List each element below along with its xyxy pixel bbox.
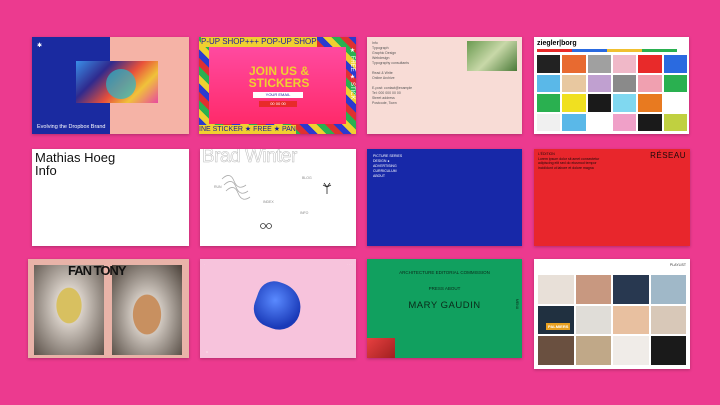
photo-tile bbox=[575, 305, 611, 335]
title-text: FAN TONY bbox=[68, 263, 126, 278]
photo-thumbnail bbox=[367, 338, 395, 358]
banner-side: ★ FREE ★ STICK bbox=[349, 47, 355, 100]
side-label: MENU bbox=[515, 299, 519, 310]
header-label: PLAYLIST bbox=[669, 263, 686, 267]
portfolio-card-photo-grid[interactable]: PLAYLIST PALMIERS bbox=[534, 259, 690, 369]
color-swatch bbox=[562, 74, 586, 92]
color-swatch bbox=[562, 55, 586, 73]
color-swatch bbox=[638, 94, 662, 112]
photo-grid bbox=[538, 275, 686, 365]
color-swatch bbox=[537, 94, 561, 112]
photo-tile bbox=[538, 305, 574, 335]
site-title: Brad Winter bbox=[202, 149, 298, 167]
portfolio-card-blue-menu[interactable]: PICTURE SERIES DESIGN ● ADVERTISING CURR… bbox=[367, 149, 522, 246]
nav-menu: PICTURE SERIES DESIGN ● ADVERTISING CURR… bbox=[373, 154, 402, 179]
color-swatch bbox=[663, 113, 687, 131]
color-swatch bbox=[638, 55, 662, 73]
color-swatch bbox=[663, 55, 687, 73]
corner-mark: · bbox=[204, 262, 205, 266]
portfolio-card-reseau[interactable]: L'ÉDITION Lorem ipsum dolor sit amet con… bbox=[534, 149, 690, 246]
palmiers-badge: PALMIERS bbox=[546, 323, 571, 330]
nav-link: INFO bbox=[300, 211, 309, 215]
portfolio-card-mary-gaudin[interactable]: ARCHITECTURE EDITORIAL COMMISSION PRESS … bbox=[367, 259, 522, 358]
text-line: incididunt ut labore et dolore magna bbox=[538, 165, 594, 170]
color-swatch bbox=[562, 113, 586, 131]
photo-tile bbox=[650, 275, 686, 304]
portfolio-card-brad-winter[interactable]: Brad Winter RUN BLOG INDEX INFO bbox=[200, 149, 356, 246]
color-swatch bbox=[638, 74, 662, 92]
site-title: Mathias Hoeg Info bbox=[35, 151, 115, 177]
email-field: YOUR EMAIL bbox=[253, 92, 303, 98]
color-swatch bbox=[613, 94, 637, 112]
portfolio-card-info-page[interactable]: Info Typograph Graphic Design Webdesign … bbox=[367, 37, 522, 134]
color-swatch bbox=[613, 74, 637, 92]
color-swatch bbox=[537, 74, 561, 92]
wave-doodle-icon bbox=[221, 175, 251, 200]
sub-nav: PRESS ABOUT bbox=[428, 286, 461, 291]
banner-top: P-UP SHOP+++ POP-UP SHOP bbox=[201, 37, 317, 47]
sculpture-image bbox=[248, 276, 308, 336]
photo-tile bbox=[613, 336, 649, 365]
nav-bar: ARCHITECTURE EDITORIAL COMMISSION bbox=[399, 270, 490, 275]
color-swatch bbox=[562, 94, 586, 112]
color-swatch bbox=[613, 113, 637, 131]
info-line: Postcode, Town bbox=[372, 101, 397, 105]
text-line: adipiscing elit sed do eiusmod tempor bbox=[538, 161, 597, 165]
color-swatch bbox=[587, 74, 611, 92]
color-swatch bbox=[638, 113, 662, 131]
info-text-block: Info Typograph Graphic Design Webdesign … bbox=[372, 41, 412, 106]
portfolio-card-fantony[interactable]: FAN TONY bbox=[28, 259, 189, 358]
portfolio-card-dropbox[interactable]: ✱ Evolving the Dropbox Brand bbox=[32, 37, 189, 134]
color-swatch bbox=[537, 55, 561, 73]
color-swatch bbox=[663, 94, 687, 112]
color-swatch bbox=[587, 55, 611, 73]
nav-link: BLOG bbox=[302, 176, 312, 180]
nav-link: RUN bbox=[214, 185, 222, 189]
color-swatch bbox=[613, 55, 637, 73]
color-swatch bbox=[663, 74, 687, 92]
glasses-icon bbox=[260, 223, 272, 229]
pizza-portrait bbox=[112, 265, 182, 355]
color-bar bbox=[537, 49, 677, 52]
portfolio-card-popup-shop[interactable]: P-UP SHOP+++ POP-UP SHOP JOIN US & STICK… bbox=[199, 37, 356, 134]
swatch-grid bbox=[537, 55, 687, 131]
intro-text: L'ÉDITION Lorem ipsum dolor sit amet con… bbox=[538, 152, 599, 170]
info-link: Info bbox=[35, 163, 57, 178]
corner-box-icon: □ bbox=[206, 350, 208, 354]
photo-tile bbox=[575, 275, 611, 304]
color-swatch bbox=[587, 94, 611, 112]
pineapple-portrait bbox=[34, 265, 104, 355]
site-logo: RÉSEAU bbox=[650, 151, 686, 160]
color-swatch bbox=[537, 113, 561, 131]
photo-tile bbox=[575, 336, 611, 365]
nav-link: INDEX bbox=[263, 200, 274, 204]
portfolio-card-ziegler-borg[interactable]: ziegler|borg bbox=[534, 37, 689, 134]
menu-dots-icon: · · · bbox=[347, 262, 352, 266]
photo-tile bbox=[650, 305, 686, 335]
illustration bbox=[76, 61, 158, 103]
palm-tree-icon bbox=[322, 182, 332, 194]
submit-button: 00 00 00 bbox=[259, 101, 297, 107]
card-caption: Evolving the Dropbox Brand bbox=[37, 124, 106, 130]
headline: JOIN US & STICKERS bbox=[248, 64, 310, 90]
site-title: MARY GAUDIN bbox=[408, 300, 481, 311]
color-swatch bbox=[587, 113, 611, 131]
dropbox-logo-icon: ✱ bbox=[37, 43, 43, 49]
plant-photo bbox=[467, 41, 517, 71]
photo-tile bbox=[613, 275, 649, 304]
menu-item: ABOUT bbox=[373, 174, 386, 178]
photo-tile bbox=[650, 336, 686, 365]
portfolio-card-blue-sculpture[interactable]: · · · · □ bbox=[200, 259, 356, 358]
site-logo: ziegler|borg bbox=[537, 40, 577, 47]
photo-tile bbox=[538, 336, 574, 365]
photo-tile bbox=[538, 275, 574, 304]
portfolio-card-mathias-hoeg[interactable]: Mathias Hoeg Info bbox=[32, 149, 189, 246]
info-line: Typography consultants bbox=[372, 61, 409, 65]
banner-bottom: INE STICKER ★ FREE ★ PAN bbox=[199, 125, 296, 134]
photo-tile bbox=[613, 305, 649, 335]
